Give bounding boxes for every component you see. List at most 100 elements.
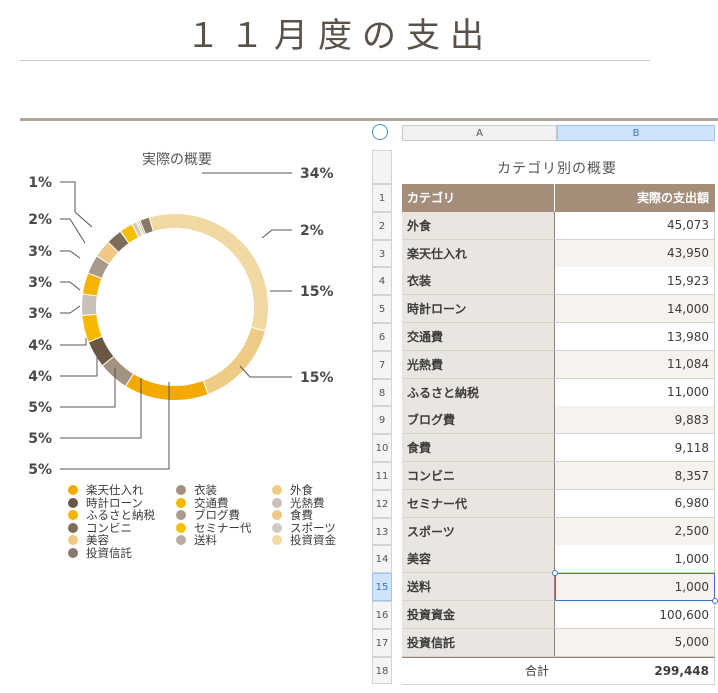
row-number[interactable]: 10 — [372, 434, 392, 462]
header-amount[interactable]: 実際の支出額 — [555, 184, 715, 212]
amount-cell[interactable]: 15,923 — [555, 267, 715, 296]
row-number[interactable]: 12 — [372, 489, 392, 518]
category-cell[interactable]: セミナー代 — [402, 489, 555, 518]
amount-cell[interactable]: 45,073 — [555, 211, 715, 240]
category-cell[interactable]: 衣装 — [402, 267, 555, 296]
legend-item: 衣装 — [176, 484, 217, 496]
column-header-b[interactable]: B — [557, 125, 715, 141]
table-row: コンビニ 8,357 — [402, 462, 715, 490]
donut-slice[interactable] — [82, 314, 102, 342]
donut-slice[interactable] — [88, 256, 109, 279]
legend-item: 外食 — [272, 484, 313, 496]
total-amount[interactable]: 299,448 — [555, 656, 715, 685]
category-cell[interactable]: ふるさと納税 — [402, 378, 555, 407]
legend-item: ブログ費 — [176, 509, 240, 521]
legend-label: 投資信託 — [86, 545, 132, 560]
donut-slice[interactable] — [97, 242, 119, 264]
row-number[interactable]: 7 — [372, 350, 392, 379]
category-cell[interactable]: 時計ローン — [402, 295, 555, 324]
row-number[interactable]: 17 — [372, 628, 392, 657]
row-number[interactable]: 8 — [372, 378, 392, 407]
donut-slice[interactable] — [132, 222, 142, 237]
amount-cell[interactable]: 100,600 — [555, 601, 715, 629]
amount-cell[interactable]: 5,000 — [555, 628, 715, 657]
amount-cell[interactable]: 1,000 — [555, 573, 715, 602]
table-row: ブログ費 9,883 — [402, 406, 715, 435]
category-cell[interactable]: スポーツ — [402, 517, 555, 546]
percent-label: 34% — [300, 166, 334, 182]
category-cell[interactable]: 食費 — [402, 434, 555, 463]
amount-cell[interactable]: 11,000 — [555, 378, 715, 407]
header-category[interactable]: カテゴリ — [402, 184, 555, 212]
row-number[interactable]: 9 — [372, 406, 392, 435]
donut-slice[interactable] — [82, 294, 97, 316]
row-number[interactable]: 3 — [372, 239, 392, 268]
table-row: スポーツ 2,500 — [402, 517, 715, 546]
legend-item: 食費 — [272, 509, 313, 521]
leader-line — [60, 338, 87, 346]
row-number[interactable]: 11 — [372, 462, 392, 490]
amount-cell[interactable]: 2,500 — [555, 517, 715, 546]
category-cell[interactable]: 外食 — [402, 211, 555, 240]
amount-cell[interactable]: 9,118 — [555, 434, 715, 463]
category-cell[interactable]: 送料 — [402, 573, 555, 602]
legend-swatch — [68, 522, 78, 533]
category-cell[interactable]: コンビニ — [402, 462, 555, 490]
legend-item: 投資信託 — [68, 547, 132, 559]
row-number[interactable]: 15 — [372, 573, 392, 601]
category-cell[interactable]: 投資信託 — [402, 628, 555, 657]
spreadsheet[interactable]: A B 1 2 3 4 5 6 7 8 9 10 11 12 13 14 15 16 17 18 カテゴリ別の概要… — [370, 122, 718, 693]
percent-label: 1% — [28, 175, 52, 191]
donut-slice[interactable] — [149, 214, 268, 331]
row-number[interactable]: 6 — [372, 323, 392, 351]
legend-item: 投資資金 — [272, 534, 336, 546]
legend-swatch — [68, 535, 78, 545]
amount-cell[interactable]: 13,980 — [555, 323, 715, 351]
selection-handle[interactable] — [712, 598, 718, 604]
legend-swatch — [176, 522, 186, 533]
donut-slice[interactable] — [120, 224, 139, 243]
category-cell[interactable]: 投資資金 — [402, 601, 555, 629]
legend-label: 光熱費 — [290, 495, 325, 510]
row-number[interactable]: 14 — [372, 545, 392, 574]
donut-slice[interactable] — [82, 273, 102, 296]
donut-slice[interactable] — [140, 217, 153, 234]
row-number[interactable]: 18 — [372, 656, 392, 685]
legend-label: 外食 — [290, 483, 313, 497]
category-cell[interactable]: 美容 — [402, 545, 555, 574]
column-header-a[interactable]: A — [402, 125, 557, 141]
percent-label: 2% — [28, 212, 52, 228]
legend-label: 投資資金 — [290, 533, 336, 547]
legend-swatch — [176, 535, 186, 545]
legend-swatch — [272, 522, 282, 533]
category-cell[interactable]: 交通費 — [402, 323, 555, 351]
legend-label: 楽天仕入れ — [86, 483, 144, 497]
leader-line — [60, 305, 81, 314]
donut-slice[interactable] — [108, 231, 129, 252]
row-number[interactable]: 4 — [372, 267, 392, 296]
amount-cell[interactable]: 1,000 — [555, 545, 715, 574]
percent-label: 3% — [28, 306, 52, 322]
donut-slice[interactable] — [203, 327, 265, 394]
row-number[interactable]: 1 — [372, 184, 392, 212]
select-all-circle[interactable] — [372, 124, 388, 140]
amount-cell[interactable]: 14,000 — [555, 295, 715, 324]
row-number[interactable]: 13 — [372, 517, 392, 546]
category-cell[interactable]: ブログ費 — [402, 406, 555, 435]
row-number[interactable]: 2 — [372, 211, 392, 240]
legend-item: セミナー代 — [176, 522, 252, 534]
amount-cell[interactable]: 11,084 — [555, 350, 715, 379]
category-cell[interactable]: 光熱費 — [402, 350, 555, 379]
total-label[interactable]: 合計 — [402, 656, 555, 685]
table-row: 交通費 13,980 — [402, 323, 715, 351]
row-number[interactable]: 16 — [372, 601, 392, 629]
legend-label: ふるさと納税 — [86, 508, 155, 522]
amount-cell[interactable]: 43,950 — [555, 239, 715, 268]
amount-cell[interactable]: 9,883 — [555, 406, 715, 435]
donut-chart[interactable]: 実際の概要 34% 2% 15% 15% 5% 5% 5% 4% 4% 3% 3% 3% 2% 1% — [0, 130, 368, 480]
amount-cell[interactable]: 6,980 — [555, 489, 715, 518]
category-cell[interactable]: 楽天仕入れ — [402, 239, 555, 268]
amount-cell[interactable]: 8,357 — [555, 462, 715, 490]
row-number[interactable]: 5 — [372, 295, 392, 323]
donut-slice[interactable] — [103, 356, 134, 386]
